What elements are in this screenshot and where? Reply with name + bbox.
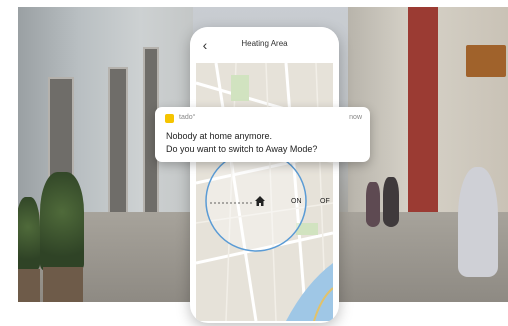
plant-pot [43,267,83,302]
plant [18,197,40,272]
toggle-off[interactable]: OF [320,198,330,205]
phone-header: ‹ Heating Area [190,27,339,63]
notification-time: now [349,114,362,121]
plant [40,172,84,272]
shop-sign [466,45,506,77]
notification-line-2: Do you want to switch to Away Mode? [166,144,318,154]
map-view[interactable] [196,63,333,321]
app-name: tado° [179,114,196,121]
pedestrian [383,177,399,227]
notification-line-1: Nobody at home anymore. [166,131,273,141]
home-icon [254,194,266,206]
plant-pot [18,269,40,302]
page-title: Heating Area [241,39,288,48]
phone-mockup: ‹ Heating Area ON OF [190,27,339,323]
app-icon [165,114,174,123]
red-facade [408,7,438,227]
pedestrian [458,167,498,277]
push-notification[interactable]: tado° now Nobody at home anymore. Do you… [155,107,370,162]
pedestrian [366,182,380,227]
toggle-on[interactable]: ON [291,198,302,205]
